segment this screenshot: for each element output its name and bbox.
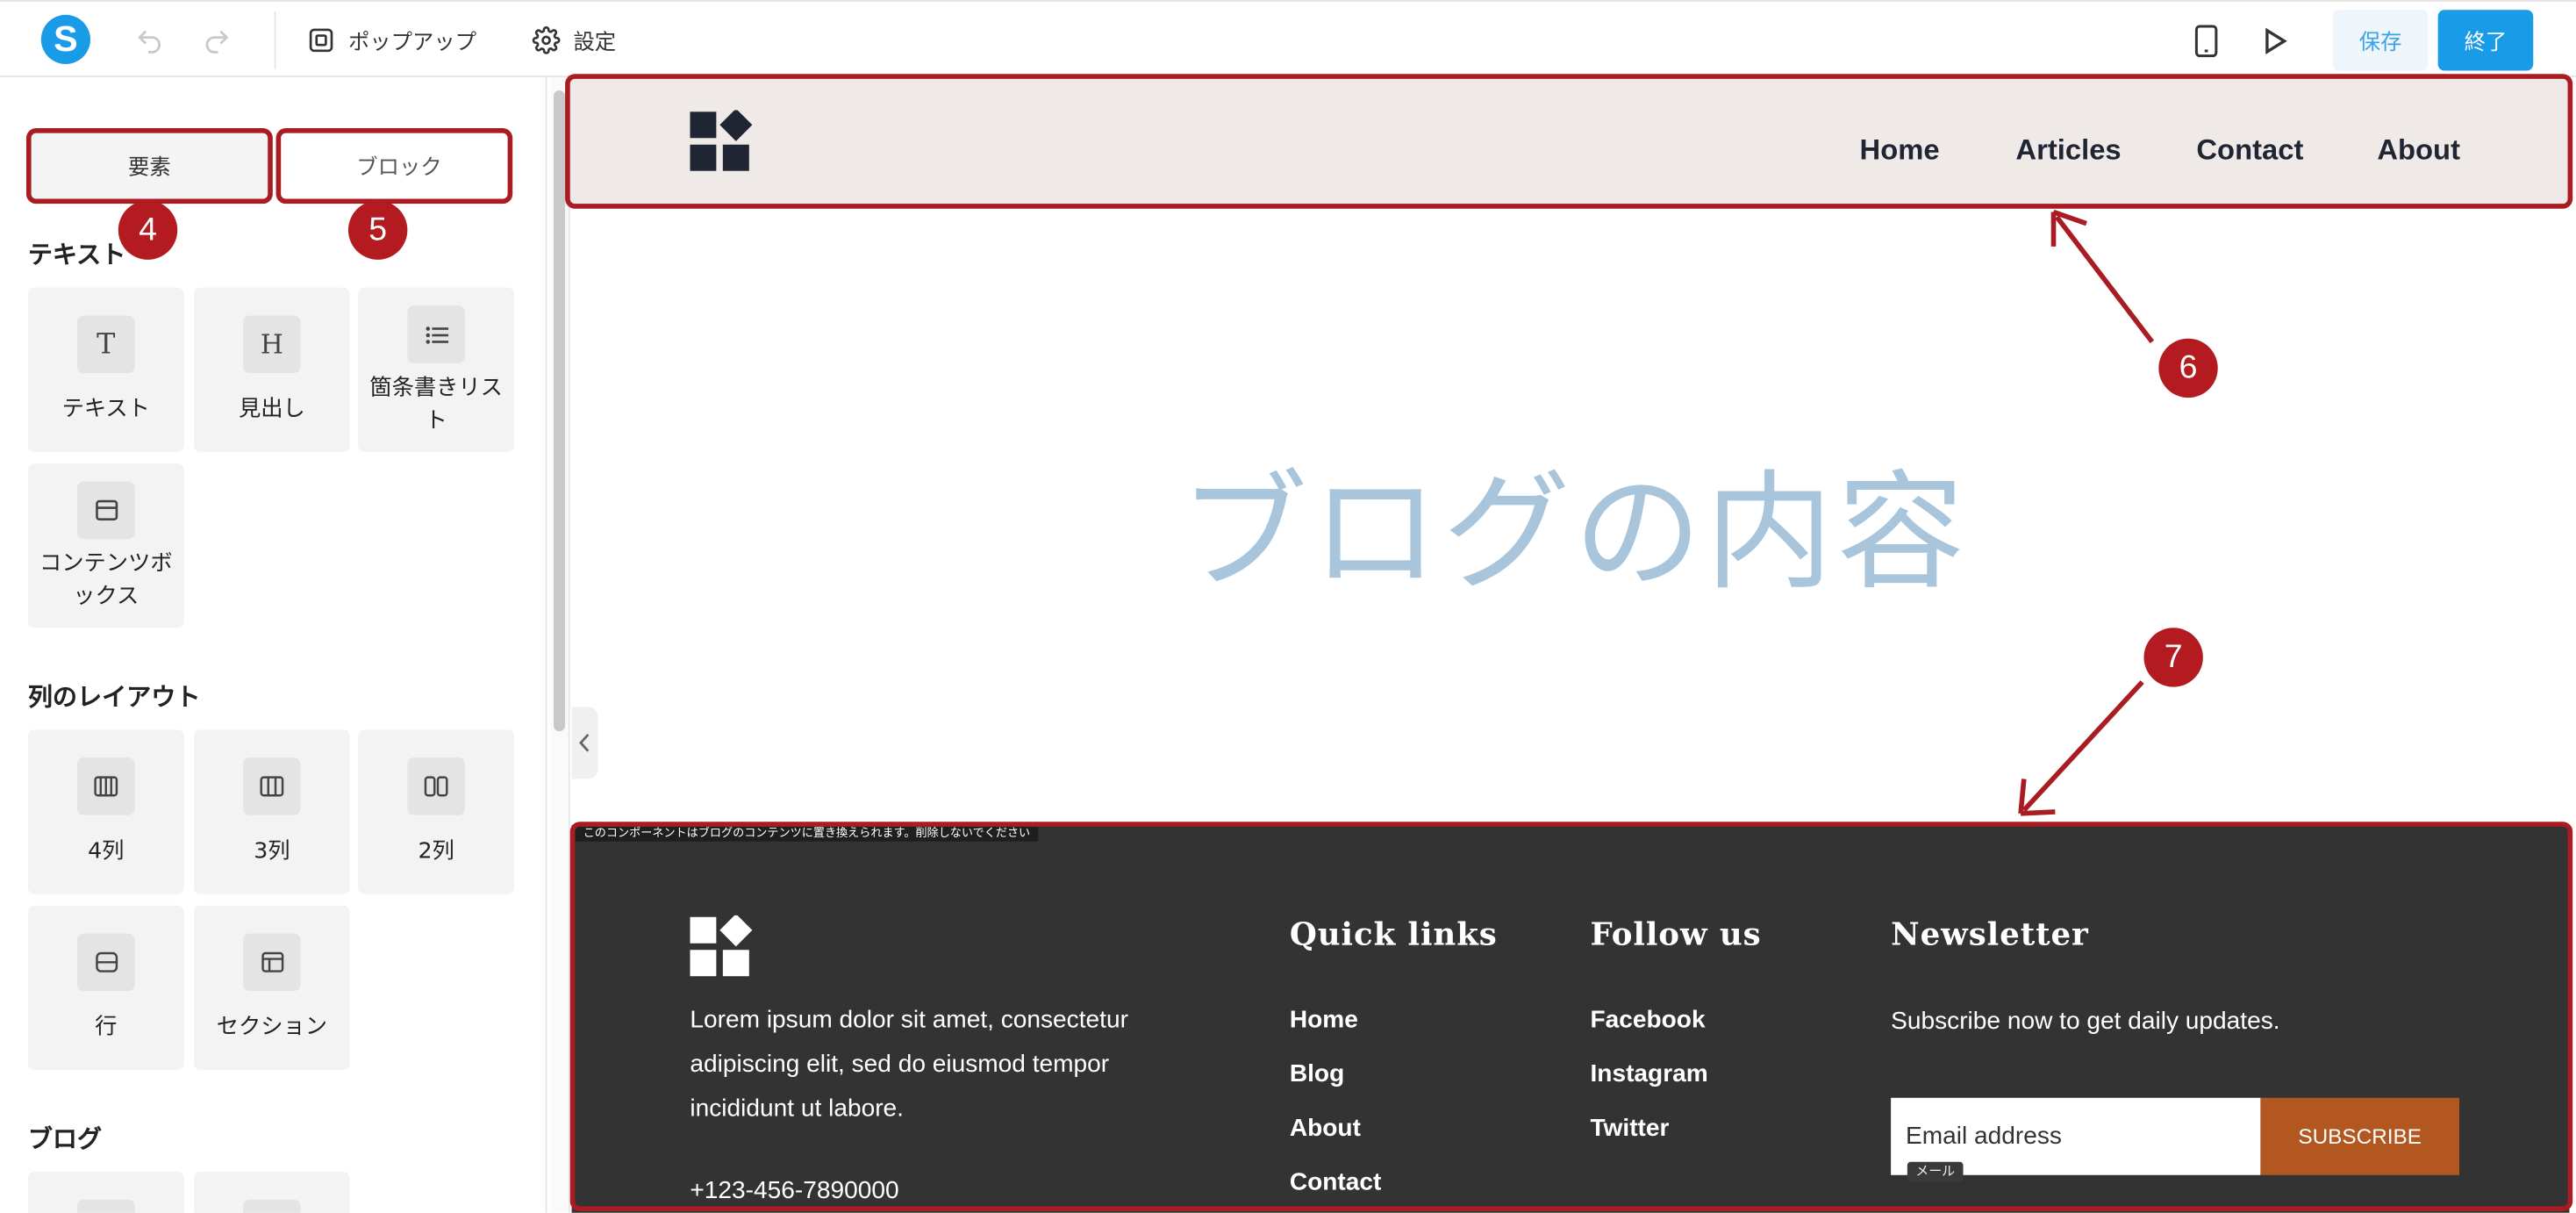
annotation-badge-7: 7 [2143, 628, 2203, 687]
editor-root: S ポップアップ 設定 保存 終了 要素 ブロック 4 5 テキスト T テキス… [0, 0, 2576, 1213]
annotation-badge-6: 6 [2158, 338, 2218, 398]
annotation-highlight-footer [569, 822, 2573, 1211]
